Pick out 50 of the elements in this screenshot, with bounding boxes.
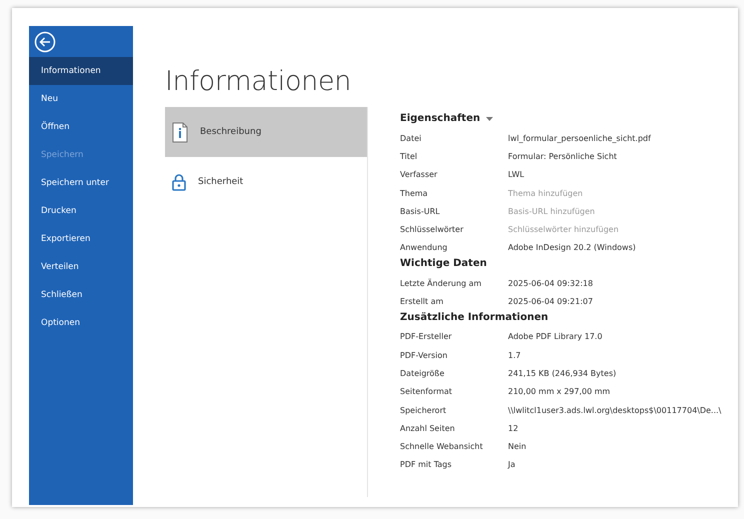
- sidebar-item[interactable]: Verteilen: [29, 253, 133, 281]
- property-label: Schlüsselwörter: [400, 225, 464, 234]
- property-value: 12: [508, 424, 520, 433]
- property-value: 1.7: [508, 350, 522, 360]
- property-label: Basis-URL: [400, 206, 441, 216]
- sidebar-item[interactable]: Speichern unter: [29, 169, 133, 197]
- property-label: Anwendung: [400, 243, 448, 252]
- sidebar-item[interactable]: Neu: [29, 85, 133, 113]
- property-label: Dateigröße: [400, 368, 446, 378]
- property-label: PDF-Ersteller: [400, 332, 453, 342]
- property-label: Erstellt am: [400, 297, 444, 306]
- property-value: 2025-06-04 09:21:07: [508, 297, 594, 306]
- property-label: PDF mit Tags: [400, 460, 453, 470]
- section-tab[interactable]: Beschreibung: [165, 107, 367, 157]
- property-label: Speicherort: [400, 406, 448, 414]
- property-value: Adobe PDF Library 17.0: [508, 332, 604, 342]
- property-label: Seitenformat: [400, 387, 454, 396]
- property-label: PDF-Version: [400, 350, 448, 360]
- section-heading: Wichtige Daten: [400, 258, 487, 270]
- property-value: Ja: [508, 460, 516, 470]
- sidebar-item[interactable]: Öffnen: [29, 113, 133, 141]
- property-value: LWL: [508, 170, 526, 180]
- property-label: Anzahl Seiten: [400, 424, 456, 433]
- page-title: Informationen: [165, 66, 352, 97]
- property-label: Titel: [400, 152, 418, 161]
- property-value: Nein: [508, 442, 528, 452]
- back-button[interactable]: [34, 31, 56, 53]
- property-label: Verfasser: [400, 170, 438, 180]
- property-value: 2025-06-04 09:32:18: [508, 278, 594, 288]
- property-label: Datei: [400, 134, 422, 143]
- property-value: lwl_formular_persoenliche_sicht.pdf: [508, 134, 652, 143]
- property-value: Formular: Persönliche Sicht: [508, 152, 618, 161]
- property-label: Schnelle Webansicht: [400, 442, 484, 452]
- lock-icon: [172, 174, 186, 190]
- document-info-icon: [172, 122, 188, 142]
- section-tab[interactable]: Sicherheit: [165, 157, 367, 207]
- section-heading: Eigenschaften: [400, 113, 480, 124]
- sidebar-item[interactable]: Drucken: [29, 197, 133, 225]
- property-value: 210,00 mm x 297,00 mm: [508, 387, 612, 396]
- section-heading: Zusätzliche Informationen: [400, 312, 548, 323]
- property-label: Letzte Änderung am: [400, 278, 482, 288]
- property-value: 241,15 KB (246,934 Bytes): [508, 368, 618, 378]
- property-label: Thema: [400, 188, 429, 198]
- property-value: Adobe InDesign 20.2 (Windows): [508, 243, 637, 252]
- sidebar-item[interactable]: Optionen: [29, 309, 133, 337]
- caret-icon[interactable]: [486, 116, 494, 120]
- sidebar-item[interactable]: Schließen: [29, 281, 133, 309]
- sidebar-item[interactable]: Exportieren: [29, 225, 133, 253]
- sidebar-item[interactable]: Informationen: [29, 57, 133, 85]
- property-value: \\lwlitcl1user3.ads.lwl.org\desktops$\00117704\De...\: [508, 406, 722, 414]
